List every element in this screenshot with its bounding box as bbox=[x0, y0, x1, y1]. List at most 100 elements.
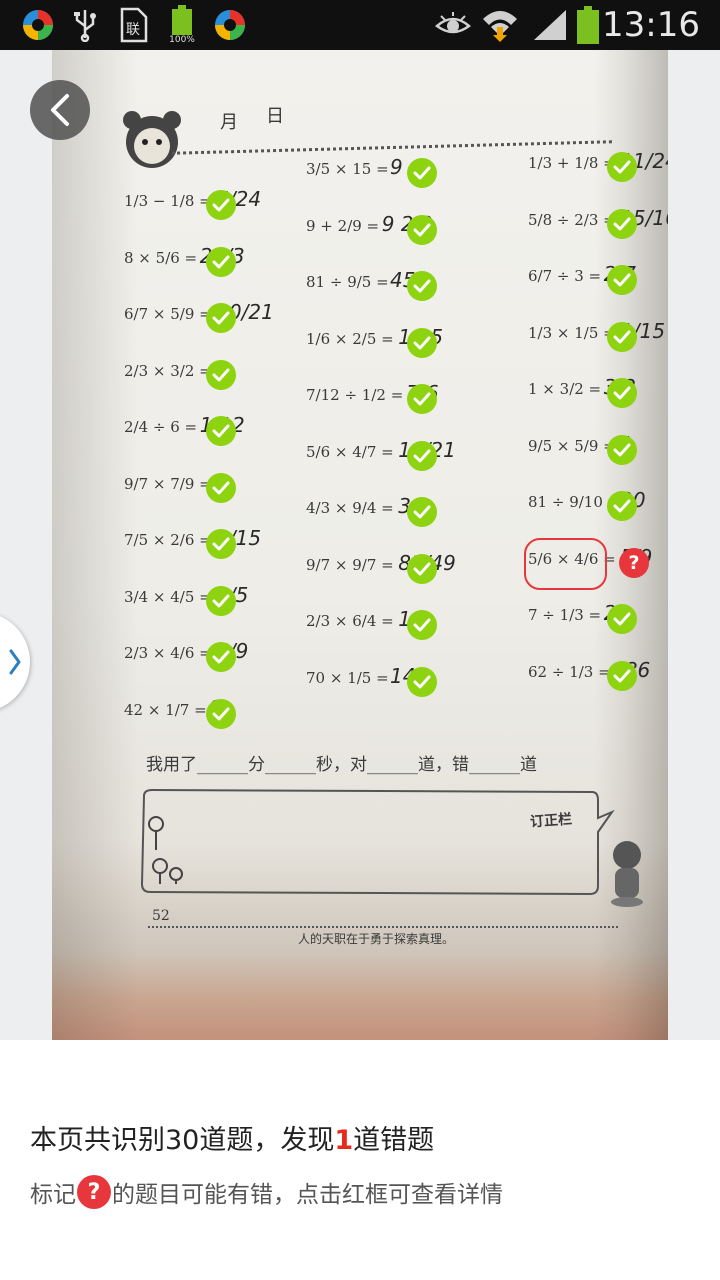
status-bar: 联 100% 13:16 bbox=[0, 0, 720, 50]
problem-expression: 3/5 × 15 = bbox=[306, 160, 389, 178]
problem-expression: 6/7 ÷ 3 = bbox=[528, 267, 602, 285]
correction-box bbox=[140, 788, 615, 896]
problem-expression: 62 ÷ 1/3 = bbox=[528, 662, 611, 681]
problem-item[interactable]: 9/7 × 7/9 =1 bbox=[124, 463, 246, 513]
flower-doodle-icon bbox=[148, 816, 183, 884]
problem-expression: 81 ÷ 9/5 = bbox=[306, 273, 389, 291]
question-mark-icon: ? bbox=[77, 1175, 111, 1209]
handwritten-answer: 9 bbox=[390, 155, 403, 179]
problem-item[interactable]: 5/6 × 4/7 =10/21 bbox=[306, 431, 456, 481]
back-button[interactable] bbox=[30, 80, 90, 140]
problem-item[interactable]: 9/5 × 5/9 =1 bbox=[528, 425, 647, 475]
problem-item[interactable]: 5/6 × 4/6 =5/9? bbox=[524, 537, 652, 590]
usb-icon bbox=[70, 0, 100, 50]
checkmark-icon bbox=[206, 416, 236, 446]
problem-item[interactable]: 2/3 × 4/6 =4/9 bbox=[124, 632, 248, 682]
problem-item[interactable]: 1/3 − 1/8 = 5/24 bbox=[124, 180, 261, 230]
problem-item[interactable]: 8 × 5/6 =20/3 bbox=[124, 237, 246, 287]
problem-item[interactable]: 6/7 ÷ 3 =2/7 bbox=[528, 255, 647, 305]
problem-expression: 9/7 × 7/9 = bbox=[124, 474, 212, 493]
problem-item[interactable]: 7 ÷ 1/3 =21 bbox=[528, 594, 647, 644]
checkmark-icon bbox=[407, 666, 437, 697]
problem-item[interactable]: 1/3 × 1/5 = 1/15 bbox=[528, 312, 665, 362]
checkmark-icon bbox=[407, 158, 437, 188]
problem-item[interactable]: 62 ÷ 1/3 =186 bbox=[528, 651, 650, 701]
problem-item[interactable]: 81 ÷ 9/5 = 45 bbox=[306, 261, 447, 311]
wifi-icon bbox=[480, 0, 520, 50]
chevron-right-icon bbox=[9, 649, 21, 675]
problem-item[interactable]: 2/3 × 3/2 =1 bbox=[124, 350, 246, 400]
problem-item[interactable]: 81 ÷ 9/10 =90 bbox=[528, 481, 647, 531]
problem-item[interactable]: 2/4 ÷ 6 =1/12 bbox=[124, 406, 246, 456]
chevron-left-icon bbox=[51, 94, 69, 126]
checkmark-icon bbox=[607, 491, 637, 521]
checkmark-icon bbox=[607, 660, 637, 691]
problem-item[interactable]: 6/7 × 5/9 = 10/21 bbox=[124, 293, 274, 343]
checkmark-icon bbox=[607, 604, 637, 634]
problem-item[interactable]: 70 × 1/5 = 14 bbox=[306, 657, 447, 707]
problem-item[interactable]: 1/3 + 1/8 =11/24 bbox=[528, 142, 668, 192]
worksheet-photo[interactable]: 月 日 1/3 − 1/8 =5/24 8 × 5/6 =20/3 6/7 × 5/… bbox=[52, 50, 668, 1040]
problem-expression: 2/3 × 3/2 = bbox=[124, 361, 212, 380]
question-mark-icon[interactable]: ? bbox=[619, 547, 649, 578]
checkmark-icon bbox=[607, 378, 637, 408]
summary-title-suffix: 道错题 bbox=[353, 1125, 435, 1156]
problem-expression: 5/8 ÷ 2/3 = bbox=[528, 210, 616, 229]
checkmark-icon bbox=[407, 497, 437, 527]
problem-expression: 1/3 − 1/8 = bbox=[124, 192, 212, 210]
signal-icon bbox=[530, 0, 570, 50]
sim-card-icon: 联 bbox=[116, 0, 152, 50]
problem-item[interactable]: 1 × 3/2 =3/2 bbox=[528, 368, 647, 418]
page-number: 52 bbox=[152, 908, 170, 924]
problem-item[interactable]: 5/8 ÷ 2/3 =15/16 bbox=[528, 199, 668, 249]
checkmark-icon bbox=[407, 610, 437, 640]
problem-item[interactable]: 3/4 × 4/5 =3/5 bbox=[124, 576, 248, 626]
checkmark-icon bbox=[607, 208, 637, 239]
checkmark-icon bbox=[407, 384, 437, 414]
problem-item[interactable]: 42 × 1/7 =6 bbox=[124, 689, 246, 739]
checkmark-icon bbox=[206, 190, 236, 220]
problem-item[interactable]: 9 + 2/9 =9 2/9 bbox=[306, 205, 447, 255]
header-month: 月 bbox=[220, 112, 238, 133]
hint-suffix: 的题目可能有错，点击红框可查看详情 bbox=[112, 1182, 503, 1208]
problem-expression: 3/4 × 4/5 = bbox=[124, 587, 212, 606]
problem-item[interactable]: 7/12 ÷ 1/2 =7/6 bbox=[306, 374, 447, 424]
checkmark-icon bbox=[607, 152, 637, 182]
problem-item[interactable]: 2/3 × 6/4 = 1 bbox=[306, 600, 447, 650]
footer-line: 我用了______分______秒，对______道，错______道 bbox=[146, 755, 537, 775]
motto: 人的天职在于勇于探索真理。 bbox=[298, 932, 455, 946]
error-highlight-frame[interactable] bbox=[524, 537, 607, 590]
checkmark-icon bbox=[206, 698, 236, 729]
summary-hint: 标记 ? 的题目可能有错，点击红框可查看详情 bbox=[30, 1175, 503, 1209]
app-icon bbox=[18, 0, 58, 50]
problem-item[interactable]: 9/7 × 9/7 =81/49 bbox=[306, 544, 456, 594]
battery-percent: 100% bbox=[169, 35, 195, 45]
problem-expression: 7/5 × 2/6 = bbox=[124, 531, 212, 549]
problem-item[interactable]: 4/3 × 9/4 = 3 bbox=[306, 487, 447, 537]
header-day: 日 bbox=[266, 106, 284, 127]
bear-mascot-icon bbox=[123, 111, 181, 168]
summary-title: 本页共识别30道题，发现1道错题 bbox=[30, 1118, 434, 1157]
checkmark-icon bbox=[206, 472, 236, 503]
correction-label: 订正栏 bbox=[529, 811, 573, 831]
problem-item[interactable]: 1/6 × 2/5 =1/15 bbox=[306, 318, 447, 368]
problem-expression: 2/3 × 4/6 = bbox=[124, 644, 212, 662]
problem-item[interactable]: 3/5 × 15 = 9 bbox=[306, 148, 447, 198]
problem-expression: 9 + 2/9 = bbox=[306, 216, 380, 235]
checkmark-icon bbox=[206, 246, 236, 277]
checkmark-icon bbox=[407, 553, 437, 584]
problem-expression: 1/6 × 2/5 = bbox=[306, 329, 394, 348]
checkmark-icon bbox=[206, 529, 236, 559]
problem-expression: 70 × 1/5 = bbox=[306, 668, 389, 687]
checkmark-icon bbox=[407, 214, 437, 245]
problem-expression: 7/12 ÷ 1/2 = bbox=[306, 386, 404, 404]
problem-expression: 9/7 × 9/7 = bbox=[306, 555, 394, 574]
problem-expression: 42 × 1/7 = bbox=[124, 700, 207, 719]
error-count: 1 bbox=[334, 1125, 354, 1156]
problem-expression: 1/3 + 1/8 = bbox=[528, 154, 616, 172]
checkmark-icon bbox=[607, 265, 637, 295]
problem-expression: 9/5 × 5/9 = bbox=[528, 436, 616, 455]
clock: 13:16 bbox=[602, 5, 700, 45]
problem-expression: 1 × 3/2 = bbox=[528, 380, 602, 398]
problem-item[interactable]: 7/5 × 2/6 = 1/15 bbox=[124, 519, 261, 569]
